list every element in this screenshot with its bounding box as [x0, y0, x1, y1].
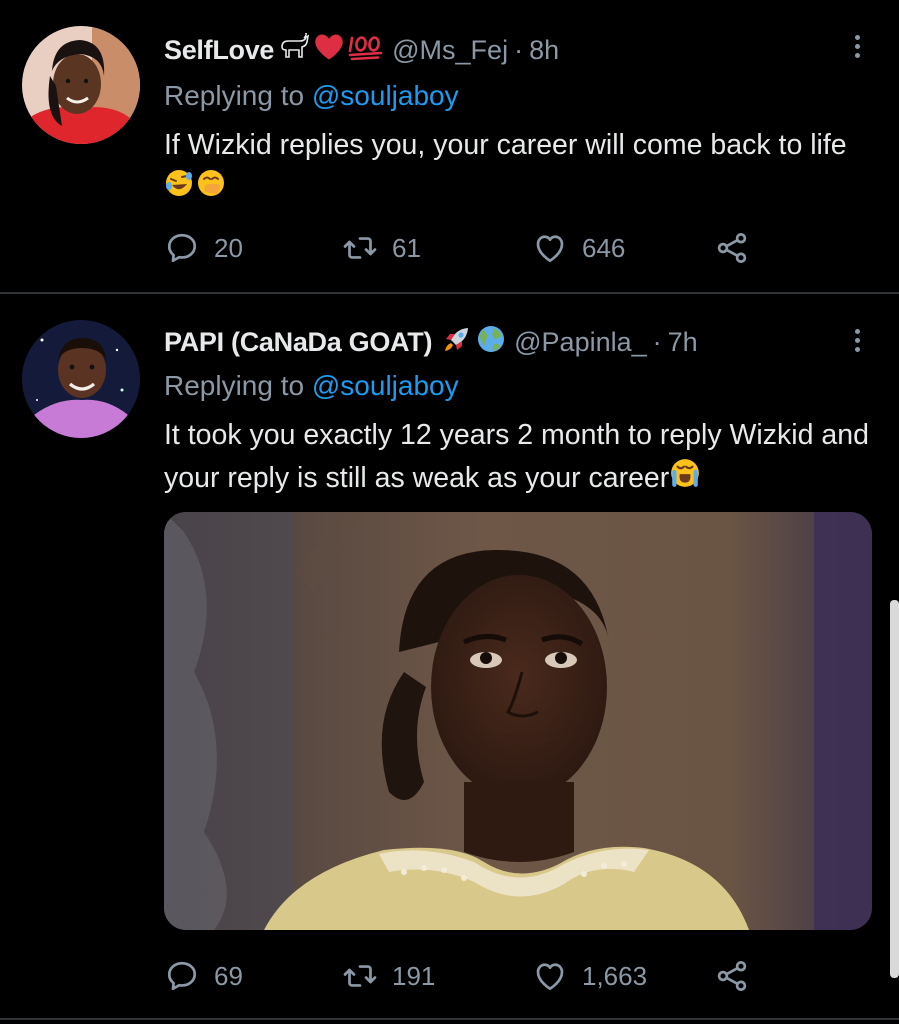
- tweet-header: SelfLove @Ms_Fej · 8h: [164, 30, 559, 70]
- retweet-button[interactable]: 61: [342, 228, 421, 268]
- goat-emoji: [278, 31, 310, 68]
- share-icon: [714, 958, 750, 994]
- mention-link[interactable]: @souljaboy: [312, 370, 459, 401]
- display-name[interactable]: SelfLove: [164, 35, 274, 66]
- more-icon[interactable]: [847, 320, 867, 360]
- like-icon: [532, 958, 568, 994]
- tweet-2[interactable]: PAPI (CaNaDa GOAT) @Papinla_ · 7h Replyi…: [0, 294, 899, 1024]
- crying-loudly-emoji: [669, 457, 701, 502]
- tweet-text-body: It took you exactly 12 years 2 month to …: [164, 419, 869, 495]
- display-name[interactable]: PAPI (CaNaDa GOAT): [164, 327, 432, 358]
- replying-prefix: Replying to: [164, 80, 305, 111]
- share-button[interactable]: [714, 956, 750, 996]
- hundred-emoji: [348, 33, 384, 68]
- tweet-text: It took you exactly 12 years 2 month to …: [164, 414, 874, 502]
- reply-button[interactable]: 69: [164, 956, 243, 996]
- like-button[interactable]: 646: [532, 228, 625, 268]
- rocket-emoji: [442, 324, 472, 361]
- user-handle[interactable]: @Papinla_: [514, 327, 647, 358]
- like-icon: [532, 230, 568, 266]
- retweet-icon: [342, 958, 378, 994]
- tweet-actions: 20 61 646: [164, 228, 764, 268]
- reply-count: 20: [214, 232, 243, 263]
- retweet-count: 61: [392, 232, 421, 263]
- replying-prefix: Replying to: [164, 370, 305, 401]
- tweet-text: If Wizkid replies you, your career will …: [164, 124, 874, 211]
- timestamp[interactable]: 7h: [668, 327, 698, 358]
- tweet-divider: [0, 1018, 899, 1020]
- avatar[interactable]: [22, 26, 140, 144]
- rolling-laughing-emoji: [164, 168, 194, 211]
- heart-emoji: [314, 33, 344, 68]
- tweet-text-body: If Wizkid replies you, your career will …: [164, 129, 847, 161]
- share-icon: [714, 230, 750, 266]
- retweet-button[interactable]: 191: [342, 956, 435, 996]
- reply-icon: [164, 958, 200, 994]
- avatar[interactable]: [22, 320, 140, 438]
- separator-dot: ·: [652, 326, 662, 357]
- tweet-photo[interactable]: [164, 512, 872, 930]
- retweet-icon: [342, 230, 378, 266]
- share-button[interactable]: [714, 228, 750, 268]
- tweet-header: PAPI (CaNaDa GOAT) @Papinla_ · 7h: [164, 322, 698, 362]
- scrollbar[interactable]: [890, 600, 899, 978]
- like-count: 646: [582, 232, 626, 263]
- tweet-1[interactable]: SelfLove @Ms_Fej · 8h Replying to @soulj…: [0, 0, 899, 292]
- replying-to: Replying to @souljaboy: [164, 80, 459, 112]
- like-button[interactable]: 1,663: [532, 956, 647, 996]
- more-icon[interactable]: [847, 26, 867, 66]
- mention-link[interactable]: @souljaboy: [312, 80, 459, 111]
- like-count: 1,663: [582, 960, 648, 991]
- user-handle[interactable]: @Ms_Fej: [392, 35, 508, 66]
- reply-icon: [164, 230, 200, 266]
- replying-to: Replying to @souljaboy: [164, 370, 459, 402]
- separator-dot: ·: [514, 34, 524, 65]
- retweet-count: 191: [392, 960, 436, 991]
- reply-button[interactable]: 20: [164, 228, 243, 268]
- hand-over-mouth-emoji: [196, 168, 226, 211]
- reply-count: 69: [214, 960, 243, 991]
- timestamp[interactable]: 8h: [529, 35, 559, 66]
- globe-emoji: [476, 324, 506, 361]
- tweet-actions: 69 191 1,663: [164, 956, 764, 996]
